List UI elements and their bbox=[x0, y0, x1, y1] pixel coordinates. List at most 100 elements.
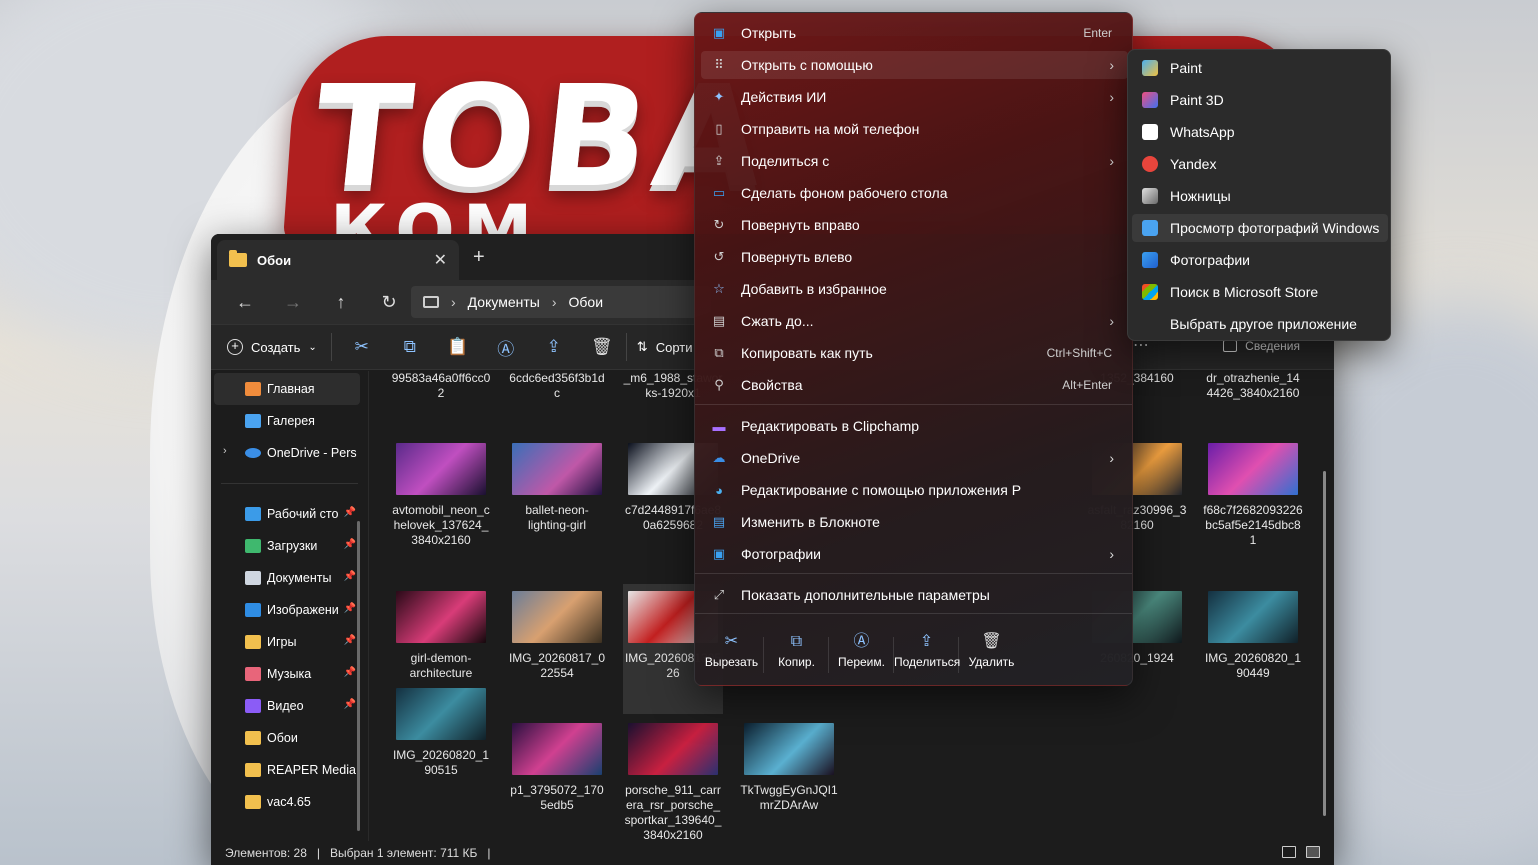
delete-icon[interactable]: 🗑 bbox=[578, 337, 626, 357]
sidebar-item[interactable]: Галерея bbox=[211, 405, 368, 437]
sidebar-item-label: Музыка bbox=[267, 667, 312, 681]
open-with-app-item[interactable]: Поиск в Microsoft Store bbox=[1132, 278, 1388, 306]
sidebar-item[interactable]: Обои bbox=[211, 722, 368, 754]
details-pane-icon bbox=[1223, 340, 1238, 352]
copy-icon[interactable]: ⧉ bbox=[386, 337, 434, 357]
sidebar-item[interactable]: › OneDrive - Pers bbox=[211, 437, 368, 469]
app-label: Фотографии bbox=[1170, 252, 1251, 268]
rename-icon[interactable]: Ⓐ bbox=[482, 335, 530, 360]
this-pc-icon bbox=[423, 296, 439, 308]
sidebar-item[interactable]: Документы 📌 bbox=[211, 562, 368, 594]
back-arrow-icon[interactable]: ← bbox=[221, 292, 269, 313]
folder-icon bbox=[245, 795, 261, 809]
context-menu-item[interactable]: ⤢ Показать дополнительные параметры bbox=[701, 581, 1128, 609]
file-tile[interactable]: 6cdc6ed356f3b1dc bbox=[507, 371, 607, 401]
context-menu-item[interactable]: ↻ Повернуть вправо bbox=[701, 211, 1128, 239]
context-menu-label: Редактировать в Clipchamp bbox=[741, 418, 920, 434]
file-tile[interactable]: avtomobil_neon_chelovek_137624_3840x2160 bbox=[391, 443, 491, 548]
paint3d-icon bbox=[1142, 92, 1158, 108]
context-menu-item[interactable]: ⇪ Поделиться с › bbox=[701, 147, 1128, 175]
context-menu-item[interactable]: ▤ Изменить в Блокноте bbox=[701, 508, 1128, 536]
context-menu-item[interactable]: ▭ Сделать фоном рабочего стола bbox=[701, 179, 1128, 207]
breadcrumb-oboi[interactable]: Обои bbox=[569, 294, 604, 310]
new-tab-button[interactable]: + bbox=[473, 246, 485, 269]
open-with-app-item[interactable]: Ножницы bbox=[1132, 182, 1388, 210]
context-menu-item[interactable]: ☁ OneDrive › bbox=[701, 444, 1128, 472]
context-menu-item[interactable]: ✦ Действия ИИ › bbox=[701, 83, 1128, 111]
rename-icon: Ⓐ bbox=[853, 633, 870, 650]
context-menu-item[interactable]: ☆ Добавить в избранное bbox=[701, 275, 1128, 303]
open-with-app-item[interactable]: WhatsApp bbox=[1132, 118, 1388, 146]
file-tile[interactable]: porsche_911_carrera_rsr_porsche_sportkar… bbox=[623, 723, 723, 843]
context-menu-item[interactable]: ▬ Редактировать в Clipchamp bbox=[701, 412, 1128, 440]
address-bar[interactable]: › Документы › Обои bbox=[411, 286, 711, 318]
breadcrumb-documents[interactable]: Документы bbox=[468, 294, 540, 310]
file-thumbnail bbox=[512, 723, 602, 775]
file-tile[interactable]: 99583a46a0ff6cc02 bbox=[391, 371, 491, 401]
sidebar-item-label: Загрузки bbox=[267, 539, 318, 553]
sidebar-item[interactable]: Загрузки 📌 bbox=[211, 530, 368, 562]
chevron-right-icon: › bbox=[1109, 450, 1114, 466]
details-button[interactable]: Сведения bbox=[1223, 339, 1300, 353]
sidebar-item[interactable]: Главная bbox=[214, 373, 360, 405]
share-action-button[interactable]: ⇪ Поделиться bbox=[894, 625, 960, 685]
create-button[interactable]: + Создать ⌄ bbox=[227, 333, 332, 361]
open-with-app-item[interactable]: Фотографии bbox=[1132, 246, 1388, 274]
paste-icon[interactable]: 📋 bbox=[434, 337, 482, 357]
context-menu-item[interactable]: ◕ Редактирование с помощью приложения P bbox=[701, 476, 1128, 504]
context-menu-item[interactable]: ▯ Отправить на мой телефон bbox=[701, 115, 1128, 143]
context-menu-item[interactable]: ⚲ Свойства Alt+Enter bbox=[701, 371, 1128, 399]
yandex-icon bbox=[1142, 156, 1158, 172]
context-menu-item[interactable]: ↺ Повернуть влево bbox=[701, 243, 1128, 271]
file-tile[interactable]: girl-demon-architecture bbox=[391, 591, 491, 681]
sidebar-item[interactable]: Изображени 📌 bbox=[211, 594, 368, 626]
context-menu-label: Повернуть вправо bbox=[741, 217, 860, 233]
open-with-app-item[interactable]: Yandex bbox=[1132, 150, 1388, 178]
tiles-view-icon[interactable] bbox=[1306, 846, 1320, 858]
chevron-right-icon[interactable]: › bbox=[223, 445, 227, 457]
sidebar-item[interactable]: REAPER Media bbox=[211, 754, 368, 786]
file-tile[interactable]: p1_3795072_1705edb5 bbox=[507, 723, 607, 813]
cut-action-button[interactable]: ✂ Вырезать bbox=[699, 625, 764, 685]
share-icon[interactable]: ⇪ bbox=[530, 337, 578, 357]
file-tile[interactable]: IMG_20260820_190449 bbox=[1203, 591, 1303, 681]
context-menu-item[interactable]: ⠿ Открыть с помощью › bbox=[701, 51, 1128, 79]
sidebar-item[interactable]: Игры 📌 bbox=[211, 626, 368, 658]
content-scrollbar[interactable] bbox=[1323, 471, 1326, 816]
open-with-app-item[interactable]: Просмотр фотографий Windows bbox=[1132, 214, 1388, 242]
context-menu-item[interactable]: ▣ Фотографии › bbox=[701, 540, 1128, 568]
open-with-app-item[interactable]: Paint 3D bbox=[1132, 86, 1388, 114]
context-menu-item[interactable]: ▤ Сжать до... › bbox=[701, 307, 1128, 335]
chevron-right-icon: › bbox=[1109, 57, 1114, 73]
sidebar-scrollbar[interactable] bbox=[357, 521, 360, 831]
file-tile[interactable]: IMG_20260817_022554 bbox=[507, 591, 607, 681]
copy-action-button[interactable]: ⧉ Копир. bbox=[764, 625, 829, 685]
close-icon[interactable]: ✕ bbox=[434, 250, 447, 270]
cut-icon[interactable]: ✂ bbox=[338, 337, 386, 357]
file-tile[interactable]: f68c7f2682093226bc5af5e2145dbc81 bbox=[1203, 443, 1303, 548]
file-tile[interactable]: ballet-neon-lighting-girl bbox=[507, 443, 607, 533]
copy-path-icon: ⧉ bbox=[714, 345, 724, 360]
photos-icon: ▣ bbox=[712, 546, 726, 561]
up-arrow-icon[interactable]: ↑ bbox=[317, 292, 365, 313]
file-tile[interactable]: TkTwggEyGnJQI1mrZDArAw bbox=[739, 723, 839, 813]
sidebar-item[interactable]: Музыка 📌 bbox=[211, 658, 368, 690]
context-menu-item[interactable]: ▣ Открыть Enter bbox=[701, 19, 1128, 47]
open-with-app-item[interactable]: Paint bbox=[1132, 54, 1388, 82]
context-menu-item[interactable]: ⧉ Копировать как путь Ctrl+Shift+C bbox=[701, 339, 1128, 367]
sidebar-item[interactable]: Видео 📌 bbox=[211, 690, 368, 722]
details-view-icon[interactable] bbox=[1282, 846, 1296, 858]
sort-button[interactable]: ⇅ Сорти bbox=[625, 333, 692, 361]
file-tile[interactable]: IMG_20260820_190515 bbox=[391, 688, 491, 778]
tab-oboi[interactable]: Обои ✕ bbox=[217, 240, 459, 280]
forward-arrow-icon[interactable]: → bbox=[269, 292, 317, 313]
file-tile[interactable]: dr_otrazhenie_144426_3840x2160 bbox=[1203, 371, 1303, 401]
app-label: Paint 3D bbox=[1170, 92, 1224, 108]
refresh-icon[interactable]: ↻ bbox=[365, 292, 413, 313]
sidebar-item[interactable]: Рабочий сто 📌 bbox=[211, 498, 368, 530]
sidebar-item[interactable]: vac4.65 bbox=[211, 786, 368, 818]
rename-action-button[interactable]: Ⓐ Переим. bbox=[829, 625, 894, 685]
pin-icon: 📌 bbox=[343, 603, 356, 614]
delete-action-button[interactable]: 🗑 Удалить bbox=[959, 625, 1024, 685]
open-with-app-item[interactable]: Выбрать другое приложение bbox=[1132, 310, 1388, 338]
